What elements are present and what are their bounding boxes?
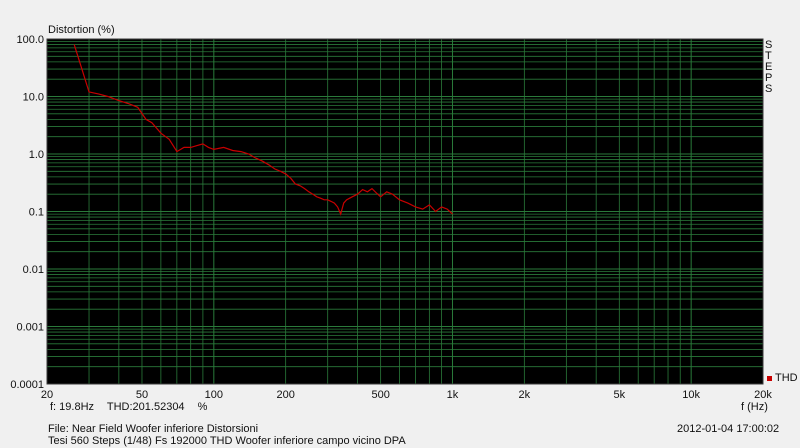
cursor-frequency: f: 19.8Hz xyxy=(50,401,95,413)
legend: THD xyxy=(767,372,798,384)
y-tick-label: 1.0 xyxy=(29,149,44,161)
x-tick-label: 500 xyxy=(371,389,389,401)
x-axis-label: f (Hz) xyxy=(741,401,768,413)
x-tick-label: 50 xyxy=(136,389,148,401)
x-tick-label: 5k xyxy=(613,389,625,401)
x-tick-label: 20k xyxy=(754,389,772,401)
chart-title: Distortion (%) xyxy=(48,24,115,36)
footer-file: File: Near Field Woofer inferiore Distor… xyxy=(48,423,259,435)
y-tick-label: 0.0001 xyxy=(10,379,44,391)
x-tick-label: 200 xyxy=(276,389,294,401)
y-tick-label: 0.01 xyxy=(23,264,44,276)
y-tick-label: 100.0 xyxy=(16,34,44,46)
legend-label-thd: THD xyxy=(775,372,798,384)
footer-info: Tesi 560 Steps (1/48) Fs 192000 THD Woof… xyxy=(48,435,406,447)
cursor-unit: % xyxy=(197,401,208,413)
x-tick-label: 100 xyxy=(205,389,223,401)
x-tick-label: 2k xyxy=(519,389,531,401)
x-tick-label: 1k xyxy=(447,389,459,401)
legend-swatch-thd xyxy=(767,375,772,381)
footer-timestamp: 2012-01-04 17:00:02 xyxy=(677,423,780,435)
y-tick-label: 0.1 xyxy=(29,207,44,219)
distortion-chart: 20 50 100 200 500 1k 2k 5k 10k 20k100.010.01.00.1… xyxy=(10,34,772,401)
steps-label: STEPS xyxy=(765,39,773,95)
x-tick-label: 10k xyxy=(682,389,700,401)
cursor-readout: f: 19.8Hz THD:201.52304 % xyxy=(50,401,217,413)
y-tick-label: 10.0 xyxy=(23,92,44,104)
cursor-thd: THD:201.52304 xyxy=(106,401,185,413)
y-tick-label: 0.001 xyxy=(16,322,44,334)
